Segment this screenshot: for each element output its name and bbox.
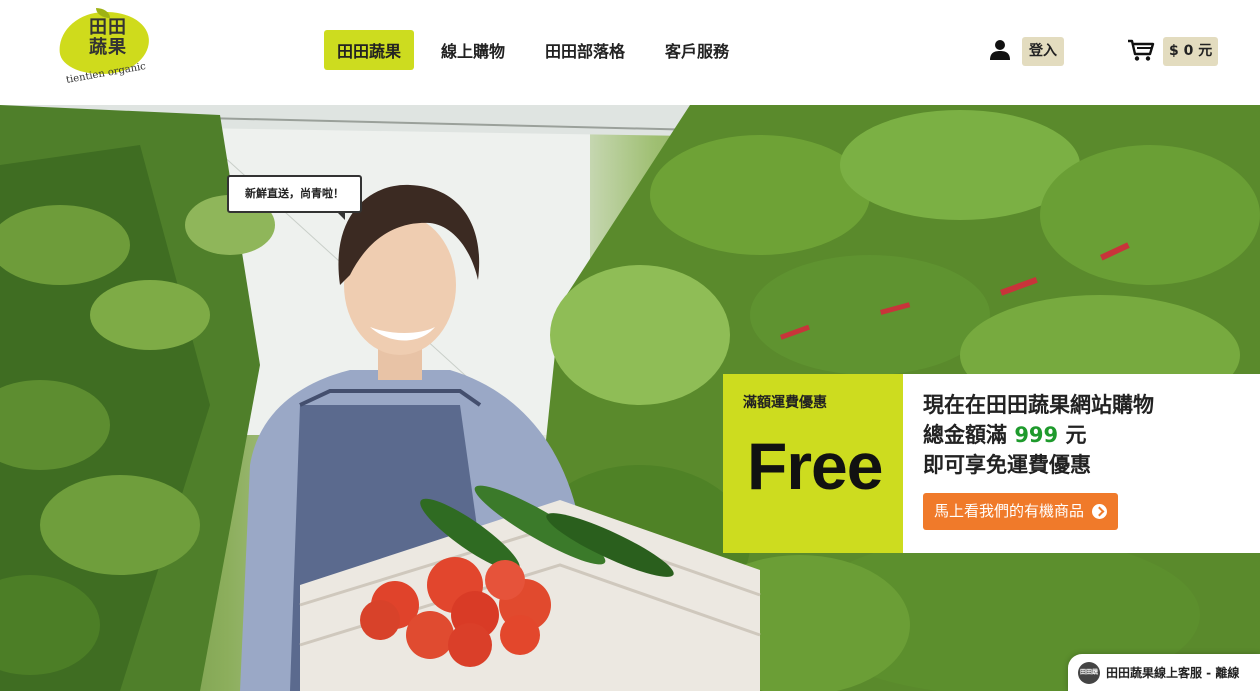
view-products-button[interactable]: 馬上看我們的有機商品 <box>923 493 1119 530</box>
promo-line-2-prefix: 總金額滿 <box>923 423 1015 447</box>
user-icon[interactable] <box>989 39 1011 61</box>
promo-line-1: 現在在田田蔬果網站購物 <box>923 393 1154 417</box>
nav-item-shop[interactable]: 線上購物 <box>428 30 518 70</box>
promo-line-2: 總金額滿 999 元 <box>923 420 1086 450</box>
view-products-label: 馬上看我們的有機商品 <box>934 502 1085 520</box>
nav-item-service[interactable]: 客戶服務 <box>652 30 742 70</box>
login-button[interactable]: 登入 <box>1022 37 1064 66</box>
nav-item-home[interactable]: 田田蔬果 <box>324 30 415 70</box>
cart-total-button[interactable]: $ 0 元 <box>1163 37 1219 66</box>
main-nav: 田田蔬果 線上購物 田田部落格 客戶服務 <box>324 30 742 70</box>
arrow-right-circle-icon <box>1092 504 1108 519</box>
promo-badge: 滿額運費優惠 Free <box>723 374 903 553</box>
chat-logo-icon: 田田蔬果 <box>1078 661 1100 691</box>
nav-item-blog[interactable]: 田田部落格 <box>532 30 638 70</box>
free-shipping-promo: 滿額運費優惠 Free 現在在田田蔬果網站購物 總金額滿 999 元 即可享免運… <box>723 374 1260 553</box>
promo-line-3: 即可享免運費優惠 <box>923 453 1091 477</box>
live-chat-widget[interactable]: 田田蔬果 田田蔬果線上客服 - 離線 <box>1068 654 1260 691</box>
hero-banner: 新鮮直送，尚青啦！ 滿額運費優惠 Free 現在在田田蔬果網站購物 總金額滿 9… <box>0 105 1260 691</box>
speech-bubble: 新鮮直送，尚青啦！ <box>227 175 362 213</box>
promo-threshold-amount: 999 <box>1014 423 1059 447</box>
logo-text-zh: 田田 蔬果 <box>89 17 127 58</box>
speech-bubble-tail <box>336 211 345 220</box>
site-logo[interactable]: 田田 蔬果 tientien organic <box>56 7 152 90</box>
promo-kicker: 滿額運費優惠 <box>743 395 827 411</box>
promo-headline: Free <box>747 429 883 503</box>
cart-icon[interactable] <box>1127 38 1155 62</box>
chat-status-label: 田田蔬果線上客服 - 離線 <box>1106 666 1240 680</box>
promo-line-2-suffix: 元 <box>1058 423 1087 447</box>
site-header: 田田 蔬果 tientien organic 田田蔬果 線上購物 田田部落格 客… <box>0 0 1260 105</box>
promo-details: 現在在田田蔬果網站購物 總金額滿 999 元 即可享免運費優惠 馬上看我們的有機… <box>903 374 1260 553</box>
